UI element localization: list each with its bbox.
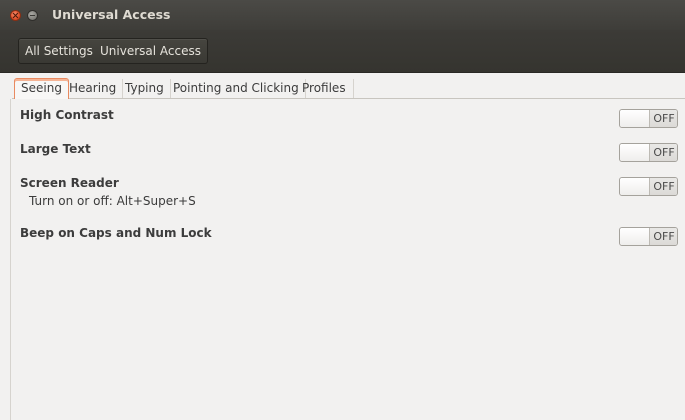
- universal-access-window: Universal Access All Settings Universal …: [0, 0, 685, 420]
- seeing-page: High Contrast OFF Large Text OFF Screen …: [10, 99, 685, 420]
- tab-pointing-and-clicking[interactable]: Pointing and Clicking: [167, 79, 306, 98]
- setting-label: High Contrast: [20, 108, 114, 122]
- setting-label: Large Text: [20, 142, 91, 156]
- toolbar: All Settings Universal Access: [0, 30, 685, 73]
- large-text-switch[interactable]: OFF: [619, 143, 678, 162]
- switch-knob: [620, 144, 650, 161]
- window-title: Universal Access: [52, 7, 171, 22]
- beep-on-caps-num-lock-switch[interactable]: OFF: [619, 227, 678, 246]
- close-icon[interactable]: [10, 10, 21, 21]
- high-contrast-switch[interactable]: OFF: [619, 109, 678, 128]
- switch-state-label: OFF: [650, 110, 677, 127]
- setting-label: Beep on Caps and Num Lock: [20, 226, 212, 240]
- screen-reader-switch[interactable]: OFF: [619, 177, 678, 196]
- breadcrumb-universal-access[interactable]: Universal Access: [94, 38, 208, 64]
- tab-bar: Seeing Hearing Typing Pointing and Click…: [12, 78, 685, 99]
- switch-state-label: OFF: [650, 228, 677, 245]
- breadcrumb-all-settings[interactable]: All Settings: [18, 38, 100, 64]
- switch-knob: [620, 178, 650, 195]
- tab-profiles[interactable]: Profiles: [296, 79, 354, 98]
- setting-shortcut-hint: Turn on or off: Alt+Super+S: [29, 194, 196, 208]
- setting-label: Screen Reader: [20, 176, 119, 190]
- title-bar[interactable]: Universal Access: [0, 0, 685, 30]
- minimize-icon[interactable]: [27, 10, 38, 21]
- notebook: Seeing Hearing Typing Pointing and Click…: [10, 78, 685, 420]
- switch-knob: [620, 228, 650, 245]
- switch-knob: [620, 110, 650, 127]
- tab-seeing[interactable]: Seeing: [14, 78, 69, 99]
- tab-hearing[interactable]: Hearing: [63, 79, 124, 98]
- switch-state-label: OFF: [650, 178, 677, 195]
- tab-typing[interactable]: Typing: [119, 79, 171, 98]
- switch-state-label: OFF: [650, 144, 677, 161]
